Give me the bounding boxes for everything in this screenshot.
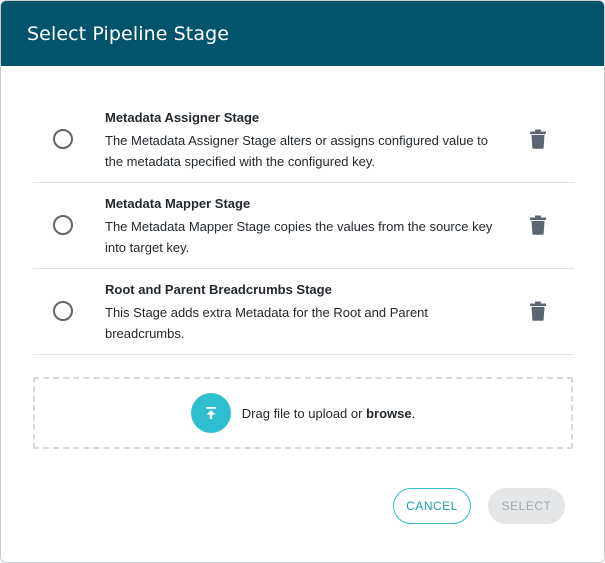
stage-radio[interactable] (53, 301, 73, 321)
upload-prompt: Drag file to upload or browse. (242, 406, 415, 421)
stage-title: Root and Parent Breadcrumbs Stage (105, 282, 332, 297)
stage-title: Metadata Assigner Stage (105, 110, 260, 125)
stage-description: This Stage adds extra Metadata for the R… (105, 302, 505, 344)
upload-prompt-text: Drag file to upload or (241, 405, 367, 421)
stage-text: Metadata Mapper Stage The Metadata Mappe… (105, 195, 505, 258)
stage-radio[interactable] (53, 129, 73, 149)
stage-description: The Metadata Assigner Stage alters or as… (105, 130, 505, 172)
cancel-button[interactable]: CANCEL (393, 488, 471, 524)
select-button[interactable]: SELECT (488, 488, 565, 524)
dialog-header: Select Pipeline Stage (1, 1, 604, 66)
stage-list: Metadata Assigner Stage The Metadata Ass… (33, 97, 574, 355)
stage-title: Metadata Mapper Stage (105, 196, 251, 211)
stage-description-line: The Metadata Mapper Stage copies the val… (105, 219, 493, 234)
stage-row-metadata-mapper[interactable]: Metadata Mapper Stage The Metadata Mappe… (33, 183, 574, 269)
stage-row-metadata-assigner[interactable]: Metadata Assigner Stage The Metadata Ass… (33, 97, 574, 183)
upload-button[interactable] (190, 393, 231, 433)
upload-icon (205, 407, 216, 419)
stage-description: The Metadata Mapper Stage copies the val… (105, 216, 505, 258)
stage-description-line: breadcrumbs. (105, 326, 185, 341)
stage-description-line: This Stage adds extra Metadata for the R… (105, 305, 429, 320)
stage-row-root-parent-breadcrumbs[interactable]: Root and Parent Breadcrumbs Stage This S… (33, 269, 574, 355)
stage-description-line: the metadata specified with the configur… (105, 154, 376, 169)
stage-text: Root and Parent Breadcrumbs Stage This S… (105, 281, 505, 344)
trash-icon[interactable] (529, 129, 547, 149)
file-dropzone[interactable]: Drag file to upload or browse. (33, 377, 573, 449)
upload-prompt-suffix: . (411, 405, 416, 421)
browse-link[interactable]: browse (366, 406, 412, 421)
trash-icon[interactable] (529, 301, 547, 321)
stage-description-line: The Metadata Assigner Stage alters or as… (105, 133, 488, 148)
dialog-title: Select Pipeline Stage (27, 22, 230, 45)
stage-radio[interactable] (53, 215, 73, 235)
stage-text: Metadata Assigner Stage The Metadata Ass… (105, 109, 505, 172)
trash-icon[interactable] (529, 215, 547, 235)
select-pipeline-stage-dialog: Select Pipeline Stage Metadata Assigner … (0, 0, 605, 563)
stage-description-line: into target key. (105, 240, 190, 255)
